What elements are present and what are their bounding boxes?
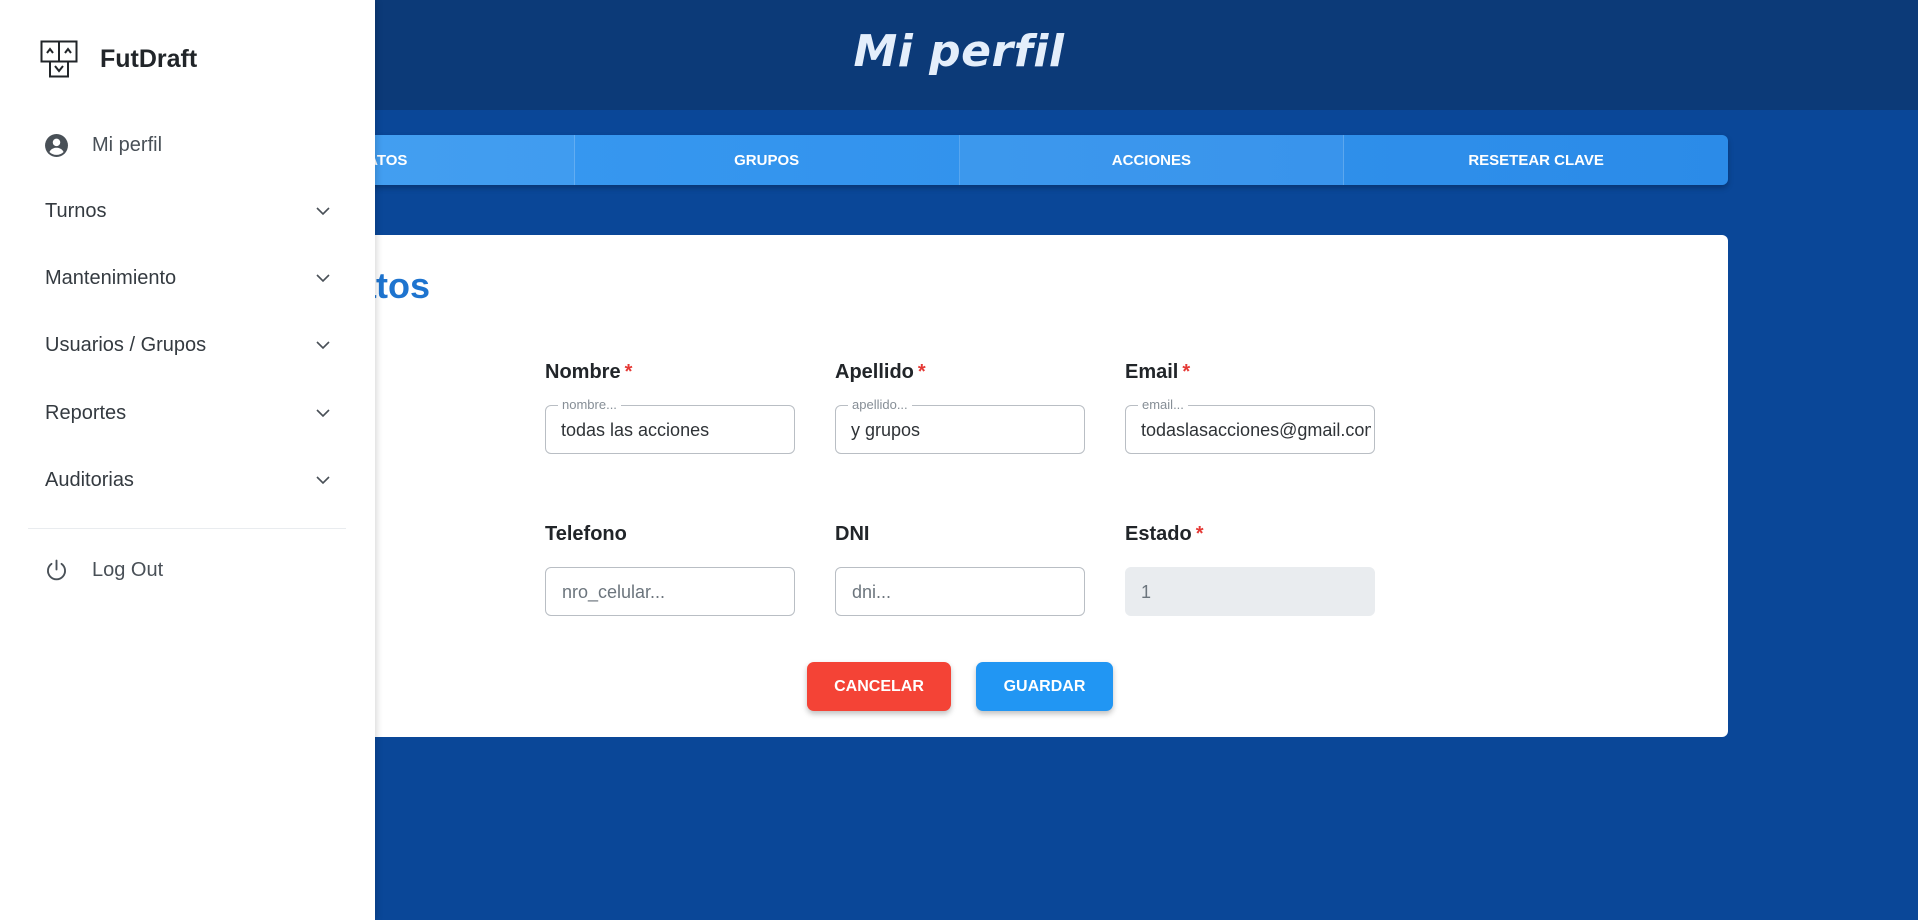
telefono-placeholder: nro_celular... [562, 582, 666, 602]
brand-name: FutDraft [100, 44, 198, 73]
chevron-down-icon [316, 476, 330, 485]
telefono-label: Telefono [545, 523, 627, 546]
sidebar-item-label: Auditorias [45, 469, 134, 491]
sidebar-item-auditorias[interactable]: Auditorias [45, 469, 330, 492]
dni-label-text: DNI [835, 523, 870, 545]
cancel-button[interactable]: CANCELAR [807, 662, 951, 711]
apellido-label: Apellido * [835, 361, 926, 384]
estado-label-text: Estado [1125, 523, 1192, 545]
estado-input: 1 [1125, 567, 1375, 616]
brand[interactable]: FutDraft [40, 40, 197, 78]
email-input[interactable]: email... todaslasacciones@gmail.com [1125, 397, 1375, 454]
apellido-value: y grupos [851, 420, 921, 440]
dni-placeholder: dni... [852, 582, 892, 602]
sidebar-item-label: Mi perfil [92, 134, 163, 156]
sidebar-divider [28, 528, 346, 529]
required-marker: * [1182, 361, 1191, 383]
nombre-input[interactable]: nombre... todas las acciones [545, 397, 795, 454]
email-value: todaslasacciones@gmail.com [1141, 420, 1371, 440]
nombre-label-text: Nombre [545, 361, 621, 383]
chevron-down-icon [316, 341, 330, 350]
sidebar-item-label: Turnos [45, 200, 107, 222]
estado-label: Estado * [1125, 523, 1203, 546]
required-marker: * [917, 361, 926, 383]
profile-form-card: Datos Nombre * nombre... todas las accion… [190, 235, 1728, 737]
required-marker: * [1195, 523, 1204, 545]
sidebar-item-label: Usuarios / Grupos [45, 334, 207, 356]
nombre-value: todas las acciones [561, 420, 710, 440]
telefono-input[interactable]: nro_celular... [545, 567, 795, 616]
sidebar-item-label: Reportes [45, 402, 127, 424]
sidebar-item-mantenimiento[interactable]: Mantenimiento [45, 267, 330, 290]
logout-label: Log Out [92, 559, 164, 581]
telefono-label-text: Telefono [545, 523, 627, 545]
profile-tabs: DATOS GRUPOS ACCIONES RESETEAR CLAVE [190, 135, 1728, 185]
chevron-down-icon [316, 274, 330, 283]
apellido-legend: apellido... [848, 397, 912, 412]
tab-resetear-clave[interactable]: RESETEAR CLAVE [1344, 135, 1728, 185]
nombre-label: Nombre * [545, 361, 632, 384]
apellido-label-text: Apellido [835, 361, 914, 383]
save-button[interactable]: GUARDAR [976, 662, 1113, 711]
tab-grupos[interactable]: GRUPOS [575, 135, 960, 185]
email-legend: email... [1138, 397, 1188, 412]
sidebar-item-usuarios-grupos[interactable]: Usuarios / Grupos [45, 334, 330, 357]
chevron-down-icon [316, 409, 330, 418]
sidebar-item-turnos[interactable]: Turnos [45, 200, 330, 223]
sidebar-item-reportes[interactable]: Reportes [45, 402, 330, 425]
dni-input[interactable]: dni... [835, 567, 1085, 616]
sidebar-item-label: Mantenimiento [45, 267, 177, 289]
email-label: Email * [1125, 361, 1190, 384]
power-icon [47, 559, 66, 581]
apellido-input[interactable]: apellido... y grupos [835, 397, 1085, 454]
email-label-text: Email [1125, 361, 1179, 383]
account-circle-icon [45, 134, 68, 157]
required-marker: * [624, 361, 633, 383]
chevron-down-icon [316, 207, 330, 216]
estado-value: 1 [1141, 582, 1152, 602]
nombre-legend: nombre... [558, 397, 621, 412]
logo-icon [40, 40, 78, 78]
logout-button[interactable]: Log Out [44, 558, 163, 583]
dni-label: DNI [835, 523, 869, 546]
tab-acciones[interactable]: ACCIONES [959, 135, 1345, 185]
sidebar: FutDraft Mi perfil Turnos Mantenimiento … [0, 0, 375, 920]
sidebar-item-mi-perfil[interactable]: Mi perfil [44, 133, 162, 158]
